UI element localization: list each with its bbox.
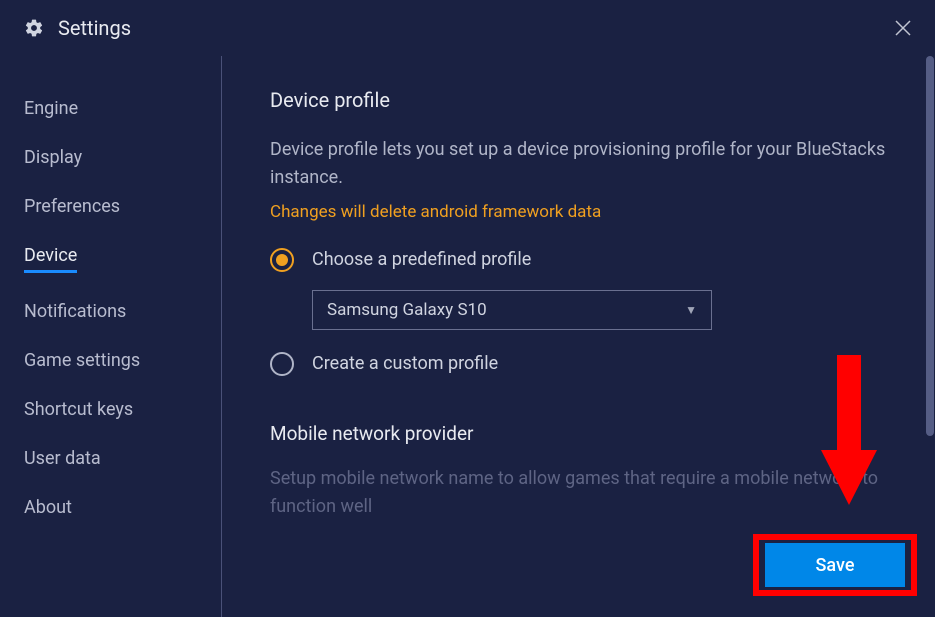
sidebar-item-display[interactable]: Display (24, 133, 221, 182)
radio-predefined-label: Choose a predefined profile (312, 249, 531, 270)
close-icon (895, 20, 911, 36)
sidebar-item-device[interactable]: Device (24, 231, 221, 287)
radio-custom-label: Create a custom profile (312, 353, 498, 374)
section-title-device-profile: Device profile (270, 88, 895, 112)
main-panel: Device profile Device profile lets you s… (222, 56, 935, 617)
sidebar-item-engine[interactable]: Engine (24, 84, 221, 133)
sidebar: Engine Display Preferences Device Notifi… (0, 56, 222, 617)
sidebar-item-preferences[interactable]: Preferences (24, 182, 221, 231)
gear-icon (24, 18, 44, 38)
sidebar-item-notifications[interactable]: Notifications (24, 287, 221, 336)
chevron-down-icon: ▼ (685, 303, 697, 317)
close-button[interactable] (891, 16, 915, 40)
warning-text: Changes will delete android framework da… (270, 202, 895, 222)
section-title-mobile-network: Mobile network provider (270, 422, 895, 445)
sidebar-item-game-settings[interactable]: Game settings (24, 336, 221, 385)
header: Settings (0, 0, 935, 56)
profile-select-value: Samsung Galaxy S10 (327, 300, 487, 320)
radio-custom-row: Create a custom profile (270, 352, 895, 376)
radio-custom[interactable] (270, 352, 294, 376)
radio-predefined[interactable] (270, 248, 294, 272)
scrollbar-track (925, 56, 935, 617)
radio-predefined-row: Choose a predefined profile (270, 248, 895, 272)
sidebar-item-shortcut-keys[interactable]: Shortcut keys (24, 385, 221, 434)
content: Engine Display Preferences Device Notifi… (0, 56, 935, 617)
page-title: Settings (58, 16, 131, 40)
section-desc-device-profile: Device profile lets you set up a device … (270, 136, 895, 192)
scrollbar-thumb[interactable] (926, 56, 934, 436)
sidebar-item-about[interactable]: About (24, 483, 221, 532)
profile-select[interactable]: Samsung Galaxy S10 ▼ (312, 290, 712, 330)
sidebar-item-user-data[interactable]: User data (24, 434, 221, 483)
save-button[interactable]: Save (765, 543, 905, 587)
section-desc-mobile-network: Setup mobile network name to allow games… (270, 465, 895, 521)
